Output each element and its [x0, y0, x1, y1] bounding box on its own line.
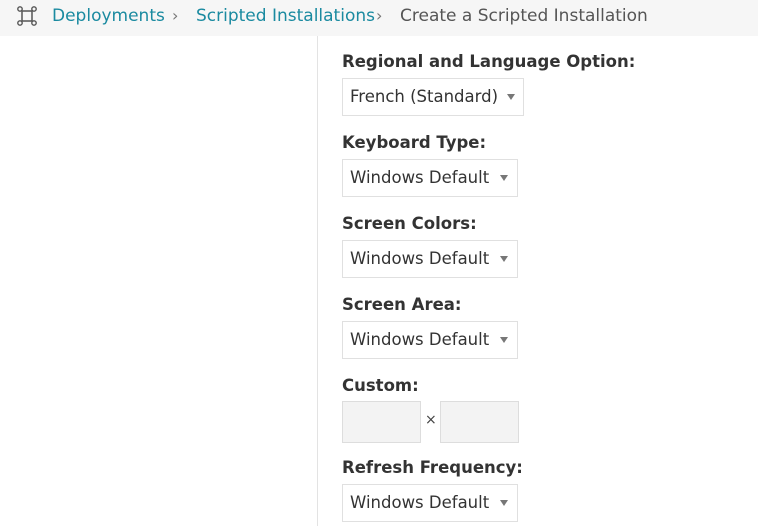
refresh-frequency-label: Refresh Frequency: — [342, 458, 523, 477]
custom-width-input[interactable] — [342, 401, 421, 443]
chevron-down-icon — [500, 500, 508, 506]
chevron-down-icon — [500, 175, 508, 181]
breadcrumb: Deployments › Scripted Installations › C… — [0, 0, 758, 36]
chevron-down-icon — [500, 337, 508, 343]
deployments-icon[interactable] — [17, 6, 37, 26]
keyboard-type-label: Keyboard Type: — [342, 133, 487, 152]
breadcrumb-separator: › — [172, 6, 179, 25]
left-panel — [0, 36, 318, 526]
custom-times-separator: × — [425, 412, 437, 428]
regional-language-value: French (Standard) — [350, 87, 499, 106]
refresh-frequency-value: Windows Default — [350, 493, 490, 512]
breadcrumb-deployments-link[interactable]: Deployments — [52, 5, 165, 27]
breadcrumb-separator: › — [376, 6, 383, 25]
screen-colors-select[interactable]: Windows Default — [342, 240, 518, 278]
screen-area-select[interactable]: Windows Default — [342, 321, 518, 359]
custom-label: Custom: — [342, 376, 419, 395]
regional-language-select[interactable]: French (Standard) — [342, 78, 524, 116]
keyboard-type-value: Windows Default — [350, 168, 490, 187]
refresh-frequency-select[interactable]: Windows Default — [342, 484, 518, 522]
screen-area-label: Screen Area: — [342, 295, 462, 314]
breadcrumb-current-page: Create a Scripted Installation — [400, 6, 648, 26]
chevron-down-icon — [507, 94, 515, 100]
screen-colors-label: Screen Colors: — [342, 214, 477, 233]
custom-height-input[interactable] — [440, 401, 519, 443]
screen-colors-value: Windows Default — [350, 249, 490, 268]
keyboard-type-select[interactable]: Windows Default — [342, 159, 518, 197]
chevron-down-icon — [500, 256, 508, 262]
breadcrumb-scripted-installations-link[interactable]: Scripted Installations — [196, 5, 375, 27]
regional-language-label: Regional and Language Option: — [342, 52, 636, 71]
screen-area-value: Windows Default — [350, 330, 490, 349]
